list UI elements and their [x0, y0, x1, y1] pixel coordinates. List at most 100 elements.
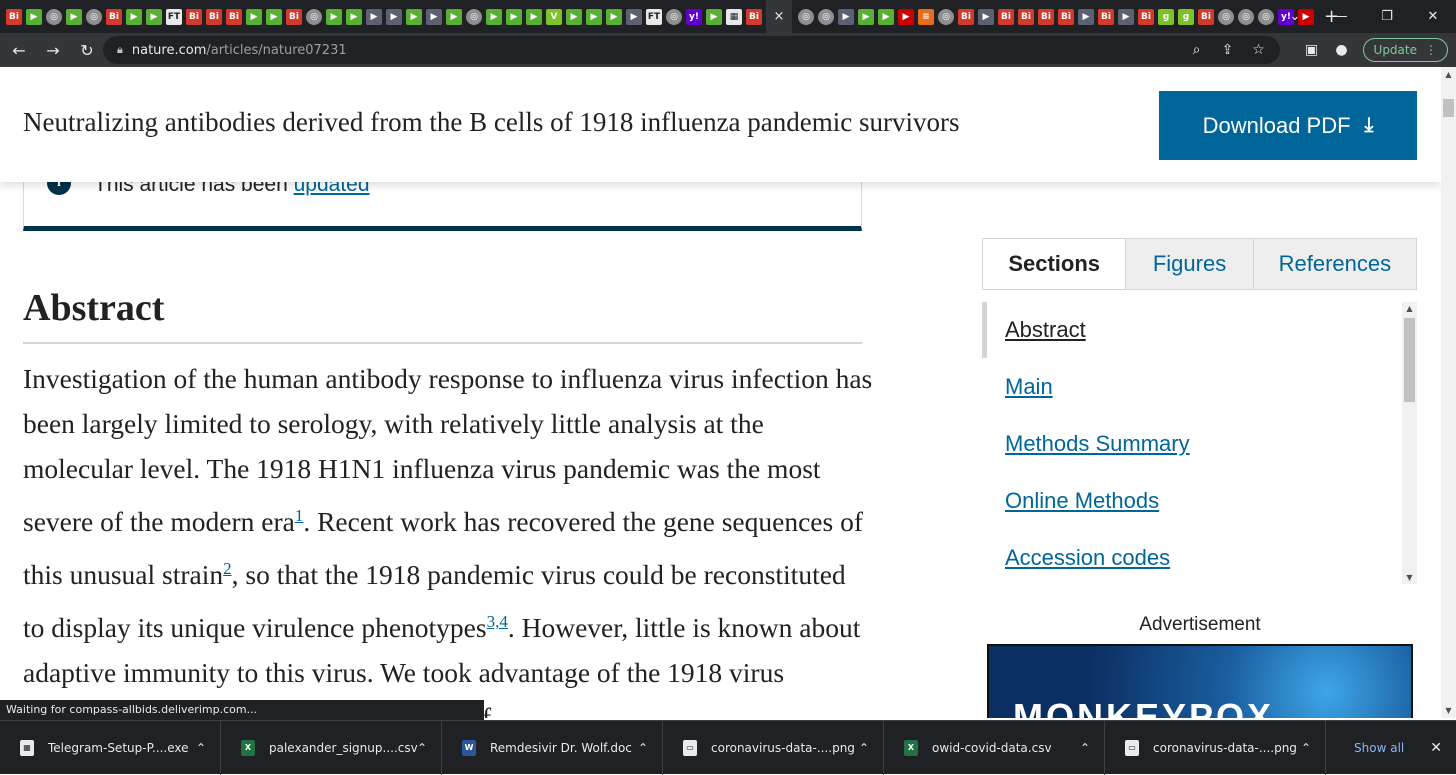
red-tab-icon[interactable]: ▶ — [898, 8, 914, 25]
ref-link-3-4[interactable]: 3,4 — [487, 612, 508, 631]
share-icon[interactable]: ⇪ — [1212, 42, 1243, 58]
download-item[interactable]: Xpalexander_signup....csv ⌃ — [221, 720, 442, 775]
bi-tab-icon[interactable]: Bi — [286, 8, 302, 25]
section-link-methods-summary[interactable]: Methods Summary — [1005, 431, 1190, 457]
play-tab-icon[interactable]: ▶ — [878, 8, 894, 25]
bi-tab-icon[interactable]: Bi — [746, 8, 762, 25]
play-tab-icon[interactable]: ▶ — [126, 8, 142, 25]
back-icon[interactable]: ← — [4, 35, 34, 65]
play-tab-icon[interactable]: ▶ — [66, 8, 82, 25]
circle-tab-icon[interactable]: ◎ — [466, 8, 482, 25]
tab-search-icon[interactable]: ⌄ — [1272, 9, 1318, 24]
section-link-abstract[interactable]: Abstract — [1005, 317, 1086, 343]
dark-tab-icon[interactable]: ▶ — [366, 8, 382, 25]
section-link-accession-codes[interactable]: Accession codes — [1005, 545, 1170, 571]
dark-tab-icon[interactable]: ▶ — [626, 8, 642, 25]
chevron-up-icon[interactable]: ⌃ — [1301, 741, 1311, 755]
ref-link-2[interactable]: 2 — [223, 559, 232, 578]
dark-tab-icon[interactable]: ▶ — [1118, 8, 1134, 25]
play-tab-icon[interactable]: ▶ — [606, 8, 622, 25]
profile-icon[interactable]: ● — [1327, 42, 1357, 58]
scroll-up-icon[interactable]: ▲ — [1402, 304, 1417, 313]
dark-tab-icon[interactable]: ▶ — [1078, 8, 1094, 25]
circle-tab-icon[interactable]: ◎ — [938, 8, 954, 25]
yahoo-tab-icon[interactable]: y! — [686, 8, 702, 25]
play-tab-icon[interactable]: ▶ — [486, 8, 502, 25]
restore-icon[interactable]: ❐ — [1364, 9, 1410, 24]
chevron-up-icon[interactable]: ⌃ — [1080, 741, 1090, 755]
v-tab-icon[interactable]: V — [546, 8, 562, 25]
tab-figures[interactable]: Figures — [1125, 239, 1253, 289]
show-all-button[interactable]: Show all — [1354, 741, 1404, 755]
ft-tab-icon[interactable]: FT — [646, 8, 662, 25]
play-tab-icon[interactable]: ▶ — [858, 8, 874, 25]
bi-tab-icon[interactable]: Bi — [958, 8, 974, 25]
circle-tab-icon[interactable]: ◎ — [306, 8, 322, 25]
ft-tab-icon[interactable]: FT — [166, 8, 182, 25]
page-scroll-up-icon[interactable]: ▲ — [1441, 70, 1456, 79]
play-tab-icon[interactable]: ▶ — [246, 8, 262, 25]
circle-tab-icon[interactable]: ◎ — [46, 8, 62, 25]
download-item[interactable]: ▦ Telegram-Setup-P....exe ⌃ — [0, 720, 221, 775]
download-item[interactable]: ▭ coronavirus-data-....png ⌃ — [1105, 720, 1326, 775]
chevron-up-icon[interactable]: ⌃ — [196, 741, 206, 755]
dark-tab-icon[interactable]: ▶ — [386, 8, 402, 25]
orange-tab-icon[interactable]: ≡ — [918, 8, 934, 25]
advertisement-banner[interactable]: MONKEYPOX — [987, 644, 1413, 718]
bi-tab-icon[interactable]: Bi — [106, 8, 122, 25]
dark-tab-icon[interactable]: ▶ — [838, 8, 854, 25]
dark-tab-icon[interactable]: ▶ — [426, 8, 442, 25]
reload-icon[interactable]: ↻ — [72, 35, 102, 65]
page-scrollbar[interactable]: ▲ ▼ — [1441, 67, 1456, 718]
circle-tab-icon[interactable]: ◎ — [86, 8, 102, 25]
play-tab-icon[interactable]: ▶ — [146, 8, 162, 25]
circle-tab-icon[interactable]: ◎ — [818, 8, 834, 25]
sections-scroll-thumb[interactable] — [1404, 318, 1415, 402]
g-tab-icon[interactable]: g — [1178, 8, 1194, 25]
minimize-icon[interactable]: — — [1318, 9, 1364, 24]
play-tab-icon[interactable]: ▶ — [346, 8, 362, 25]
circle-tab-icon[interactable]: ◎ — [666, 8, 682, 25]
play-tab-icon[interactable]: ▶ — [26, 8, 42, 25]
page-scroll-down-icon[interactable]: ▼ — [1441, 706, 1456, 715]
download-item[interactable]: ▭ coronavirus-data-....png ⌃ — [663, 720, 884, 775]
scroll-down-icon[interactable]: ▼ — [1402, 573, 1417, 582]
tab-references[interactable]: References — [1252, 239, 1416, 289]
download-pdf-button[interactable]: Download PDF ⤓ — [1159, 91, 1417, 160]
chevron-up-icon[interactable]: ⌃ — [417, 741, 427, 755]
side-panel-icon[interactable]: ▣ — [1297, 42, 1327, 58]
sections-scrollbar[interactable]: ▲ ▼ — [1402, 302, 1417, 584]
chevron-up-icon[interactable]: ⌃ — [638, 741, 648, 755]
bi-tab-icon[interactable]: Bi — [1138, 8, 1154, 25]
bi-tab-icon[interactable]: Bi — [1058, 8, 1074, 25]
download-item[interactable]: Xowid-covid-data.csv ⌃ — [884, 720, 1105, 775]
bi-tab-icon[interactable]: Bi — [1018, 8, 1034, 25]
bi-tab-icon[interactable]: Bi — [1098, 8, 1114, 25]
tab-sections[interactable]: Sections — [983, 239, 1126, 289]
play-tab-icon[interactable]: ▶ — [586, 8, 602, 25]
lock-icon[interactable]: 🔒︎ — [117, 43, 123, 57]
g-tab-icon[interactable]: g — [1158, 8, 1174, 25]
bi-tab-icon[interactable]: Bi — [186, 8, 202, 25]
dark-tab-icon[interactable]: ▶ — [978, 8, 994, 25]
play-tab-icon[interactable]: ▶ — [506, 8, 522, 25]
close-shelf-icon[interactable]: ✕ — [1430, 740, 1442, 756]
bi-tab-icon[interactable]: Bi — [6, 8, 22, 25]
play-tab-icon[interactable]: ▶ — [526, 8, 542, 25]
page-scroll-thumb[interactable] — [1443, 99, 1454, 117]
play-tab-icon[interactable]: ▶ — [706, 8, 722, 25]
bi-tab-icon[interactable]: Bi — [1198, 8, 1214, 25]
close-window-icon[interactable]: ✕ — [1410, 9, 1456, 24]
chevron-up-icon[interactable]: ⌃ — [859, 741, 869, 755]
image-tab-icon[interactable]: ▦ — [726, 8, 742, 25]
play-tab-icon[interactable]: ▶ — [446, 8, 462, 25]
section-link-main[interactable]: Main — [1005, 374, 1053, 400]
zoom-icon[interactable]: ⌕ — [1181, 42, 1212, 58]
circle-tab-icon[interactable]: ◎ — [1218, 8, 1234, 25]
bi-tab-icon[interactable]: Bi — [998, 8, 1014, 25]
play-tab-icon[interactable]: ▶ — [326, 8, 342, 25]
circle-tab-icon[interactable]: ◎ — [1238, 8, 1254, 25]
bi-tab-icon[interactable]: Bi — [1038, 8, 1054, 25]
section-link-online-methods[interactable]: Online Methods — [1005, 488, 1159, 514]
play-tab-icon[interactable]: ▶ — [266, 8, 282, 25]
